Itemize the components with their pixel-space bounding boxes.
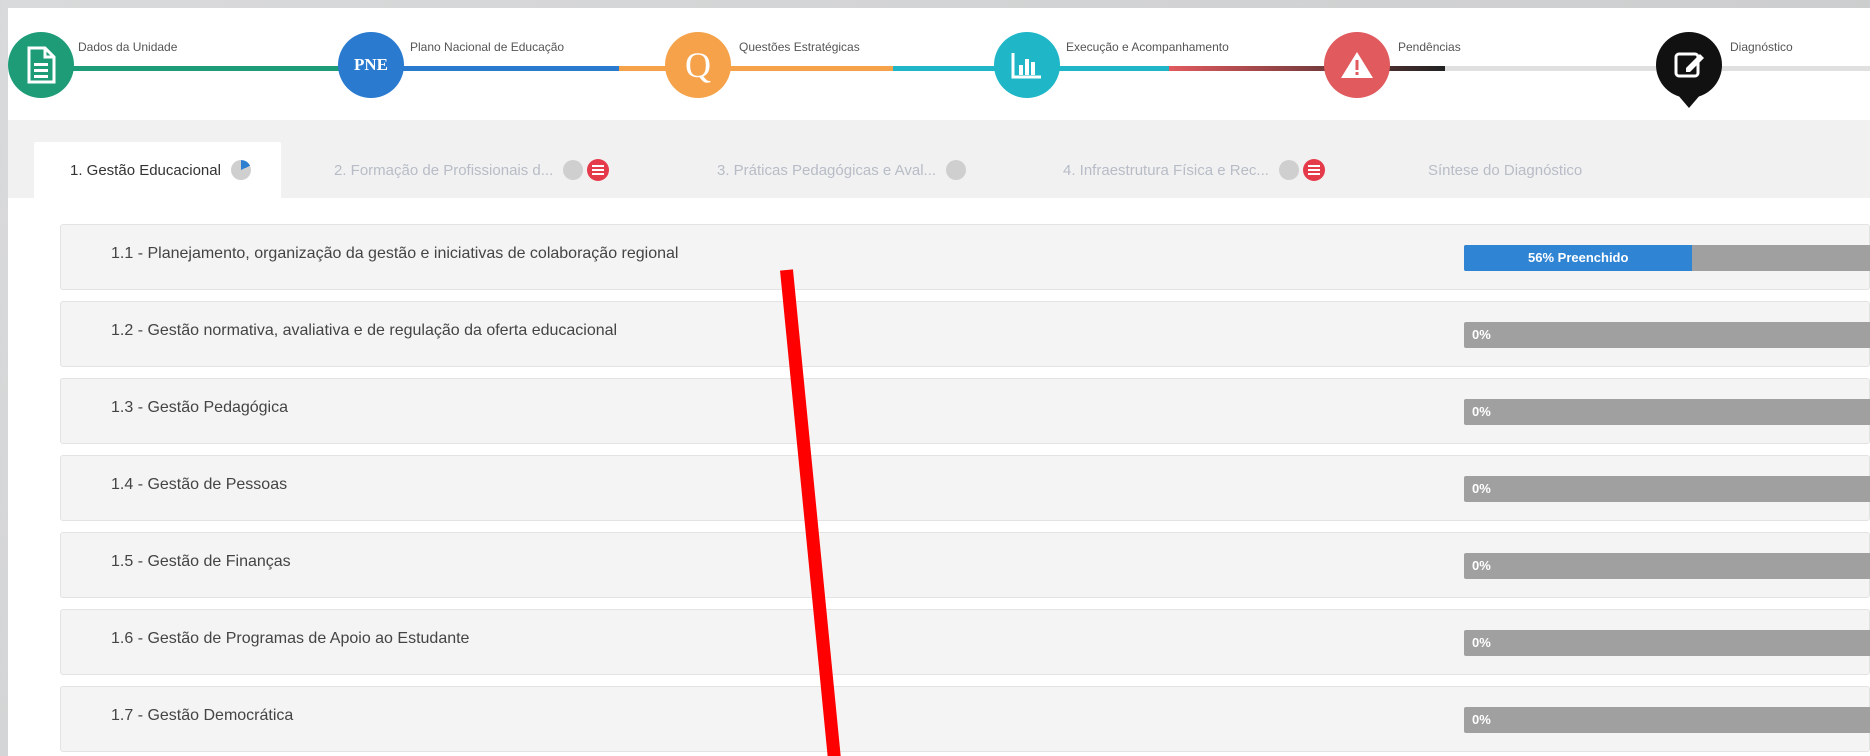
pne-badge-icon: PNE — [338, 32, 404, 98]
pending-list-icon — [1302, 159, 1325, 181]
step-wizard: Dados da Unidade PNE Plano Nacional de E… — [8, 8, 1870, 120]
progress-bar: 0% — [1464, 399, 1870, 425]
status-dot-icon — [946, 160, 967, 180]
section-title: 1.2 - Gestão normativa, avaliativa e de … — [111, 322, 618, 339]
step-label: Execução e Acompanhamento — [1066, 40, 1229, 54]
section-row[interactable]: 1.2 - Gestão normativa, avaliativa e de … — [60, 301, 1870, 367]
tab-praticas-pedagogicas[interactable]: 3. Práticas Pedagógicas e Aval... — [717, 142, 967, 198]
status-dot-icon — [1278, 160, 1299, 180]
pne-badge-text: PNE — [354, 55, 388, 74]
tab-gestao-educacional[interactable]: 1. Gestão Educacional — [34, 142, 281, 198]
section-row[interactable]: 1.5 - Gestão de Finanças 0% — [60, 532, 1870, 598]
progress-bar: 0% — [1464, 630, 1870, 656]
tab-label: 4. Infraestrutura Física e Rec... — [1063, 161, 1269, 179]
progress-bar: 0% — [1464, 707, 1870, 733]
q-badge-text: Q — [685, 45, 711, 85]
section-title: 1.4 - Gestão de Pessoas — [111, 476, 288, 493]
section-row[interactable]: 1.6 - Gestão de Programas de Apoio ao Es… — [60, 609, 1870, 675]
section-title: 1.6 - Gestão de Programas de Apoio ao Es… — [111, 630, 470, 647]
dimension-tabs: 1. Gestão Educacional 2. Formação de Pro… — [8, 120, 1870, 198]
connector-1 — [68, 66, 343, 71]
tab-label: 3. Práticas Pedagógicas e Aval... — [717, 161, 937, 179]
warning-icon — [1324, 32, 1390, 98]
bar-chart-icon — [994, 32, 1060, 98]
progress-label: 0% — [1472, 327, 1491, 342]
current-step-pointer — [1677, 94, 1701, 108]
tab-label: Síntese do Diagnóstico — [1428, 161, 1583, 179]
step-label: Questões Estratégicas — [739, 40, 860, 54]
tab-label: 1. Gestão Educacional — [70, 161, 221, 179]
tab-label: 2. Formação de Profissionais d... — [334, 161, 554, 179]
progress-bar: 0% — [1464, 553, 1870, 579]
progress-label: 0% — [1472, 712, 1491, 727]
tab-infraestrutura[interactable]: 4. Infraestrutura Física e Rec... — [1063, 142, 1325, 198]
connector-5 — [1169, 66, 1445, 71]
section-row[interactable]: 1.4 - Gestão de Pessoas 0% — [60, 455, 1870, 521]
section-title: 1.7 - Gestão Democrática — [111, 707, 294, 724]
document-icon — [8, 32, 74, 98]
progress-bar: 0% — [1464, 476, 1870, 502]
section-title: 1.5 - Gestão de Finanças — [111, 553, 291, 570]
progress-label: 0% — [1472, 635, 1491, 650]
q-icon: Q — [665, 32, 731, 98]
progress-label: 0% — [1472, 481, 1491, 496]
tab-formacao-profissionais[interactable]: 2. Formação de Profissionais d... — [334, 142, 610, 198]
connector-3 — [619, 66, 893, 71]
progress-label: 0% — [1472, 558, 1491, 573]
progress-label: 56% Preenchido — [1528, 250, 1629, 265]
status-dot-icon — [563, 160, 584, 180]
section-title: 1.1 - Planejamento, organização da gestã… — [111, 245, 679, 262]
section-list: 1.1 - Planejamento, organização da gestã… — [8, 198, 1870, 756]
section-row[interactable]: 1.3 - Gestão Pedagógica 0% — [60, 378, 1870, 444]
progress-pie-icon — [230, 160, 251, 180]
progress-label: 0% — [1472, 404, 1491, 419]
progress-bar: 56% Preenchido — [1464, 245, 1870, 271]
tab-sintese-diagnostico[interactable]: Síntese do Diagnóstico — [1428, 142, 1582, 198]
step-label: Pendências — [1398, 40, 1461, 54]
section-row[interactable]: 1.1 - Planejamento, organização da gestã… — [60, 224, 1870, 290]
edit-icon — [1656, 32, 1722, 98]
section-row[interactable]: 1.7 - Gestão Democrática 0% — [60, 686, 1870, 752]
section-title: 1.3 - Gestão Pedagógica — [111, 399, 289, 416]
pending-list-icon — [587, 159, 610, 181]
step-label: Dados da Unidade — [78, 40, 178, 54]
step-label: Plano Nacional de Educação — [410, 40, 565, 54]
step-label: Diagnóstico — [1730, 40, 1793, 54]
progress-bar: 0% — [1464, 322, 1870, 348]
